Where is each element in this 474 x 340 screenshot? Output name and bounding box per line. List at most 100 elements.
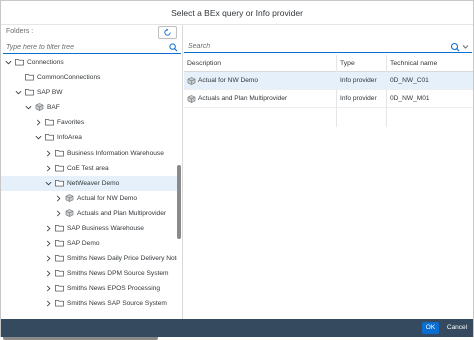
tree-vertical-scrollbar[interactable] (177, 165, 181, 239)
tree-node-label: SAP Business Warehouse (67, 225, 144, 232)
row-description: Actual for NW Demo (198, 77, 259, 84)
folder-icon (45, 134, 54, 141)
chevron-right-icon[interactable] (45, 225, 52, 232)
folders-label: Folders : (6, 28, 34, 35)
tree-node-label: SAP Demo (67, 240, 100, 247)
folder-tree: Connections CommonConnections SAP BW BAF Fav… (1, 55, 177, 313)
chevron-right-icon[interactable] (45, 255, 52, 262)
row-description-cell: Actual for NW Demo (184, 72, 337, 90)
tree-node-label: Connections (27, 59, 64, 66)
search-icon[interactable] (169, 43, 178, 52)
chevron-down-icon[interactable] (45, 180, 52, 187)
tree-node-label: CommonConnections (37, 74, 101, 81)
tree-node[interactable]: SAP Demo (1, 236, 177, 251)
filter-tree-field (3, 41, 181, 54)
tree-node-label: NetWeaver Demo (67, 180, 120, 187)
chevron-right-icon[interactable] (45, 300, 52, 307)
chevron-down-icon[interactable] (25, 104, 32, 111)
chevron-right-icon[interactable] (45, 285, 52, 292)
chevron-right-icon[interactable] (45, 240, 52, 247)
tree-node[interactable]: Connections (1, 55, 177, 70)
tree-node[interactable]: Business Information Warehouse (1, 146, 177, 161)
tree-node-label: Actual for NW Demo (77, 195, 138, 202)
chevron-right-icon[interactable] (35, 119, 42, 126)
tree-node[interactable]: BAF (1, 100, 177, 115)
tree-node-label: Smiths News EPOS Processing (67, 285, 161, 292)
tree-node[interactable]: Smiths News SAP Source System (1, 296, 177, 311)
folder-icon (25, 74, 34, 81)
folder-icon (25, 89, 34, 96)
tree-node-label: Favorites (57, 119, 85, 126)
chevron-right-icon[interactable] (55, 195, 62, 202)
row-type: Info provider (340, 95, 377, 102)
search-field (184, 40, 472, 53)
folder-icon (15, 59, 24, 66)
chevron-right-icon[interactable] (45, 165, 52, 172)
cancel-button[interactable]: Cancel (443, 322, 471, 334)
row-description-cell: Actuals and Plan Multiprovider (184, 90, 337, 108)
table-row[interactable]: Actual for NW Demo Info provider 0D_NW_C… (184, 72, 473, 90)
select-provider-dialog: Select a BEx query or Info provider Fold… (0, 0, 474, 340)
table-header: Description Type Technical name (184, 55, 473, 72)
tree-node-label: Smiths News DPM Source System (67, 270, 169, 277)
row-technical-name: 0D_NW_M01 (390, 95, 430, 102)
row-type: Info provider (340, 77, 377, 84)
tree-node[interactable]: SAP Business Warehouse (1, 221, 177, 236)
ok-button[interactable]: OK (422, 322, 439, 334)
tree-node-label: Smiths News Daily Price Delivery Note (67, 255, 177, 262)
search-input[interactable] (188, 41, 448, 52)
row-description: Actuals and Plan Multiprovider (198, 95, 288, 102)
filter-tree-input[interactable] (6, 42, 164, 53)
folder-icon (45, 119, 54, 126)
tree-node[interactable]: CoE Test area (1, 161, 177, 176)
tree-node-label: Actuals and Plan Multiprovider (77, 210, 167, 217)
dialog-title: Select a BEx query or Info provider (1, 1, 473, 25)
row-technical-name: 0D_NW_C01 (390, 77, 429, 84)
chevron-down-icon[interactable] (15, 89, 22, 96)
folder-icon (55, 225, 64, 232)
tree-node[interactable]: Favorites (1, 115, 177, 130)
tree-node-label: Business Information Warehouse (67, 150, 164, 157)
chevron-down-icon[interactable] (35, 134, 42, 141)
cube-icon (65, 194, 74, 202)
tree-node-label: SAP BW (37, 89, 63, 96)
tree-node-label: CoE Test area (67, 165, 109, 172)
chevron-right-icon[interactable] (55, 210, 62, 217)
tree-node[interactable]: Actual for NW Demo (1, 191, 177, 206)
chevron-right-icon[interactable] (45, 150, 52, 157)
tree-node-label: Smiths News SAP Source System (67, 300, 167, 307)
results-pane: Description Type Technical name Actual f… (184, 39, 473, 319)
tree-node-label: InfoArea (57, 134, 82, 141)
cube-icon (187, 95, 196, 103)
cube-icon (187, 77, 196, 85)
folder-icon (55, 240, 64, 247)
column-header-description[interactable]: Description (184, 55, 337, 72)
tree-node[interactable]: Smiths News DPM Source System (1, 266, 177, 281)
column-header-type[interactable]: Type (337, 55, 387, 72)
folder-icon (55, 300, 64, 307)
folder-icon (55, 270, 64, 277)
dialog-footer: OK Cancel (1, 319, 473, 337)
tree-node[interactable]: Actuals and Plan Multiprovider (1, 206, 177, 221)
tree-node[interactable]: Smiths News Daily Price Delivery Note (1, 251, 177, 266)
search-chevron-icon[interactable] (450, 42, 470, 52)
table-row[interactable]: Actuals and Plan Multiprovider Info prov… (184, 90, 473, 108)
refresh-button[interactable] (158, 26, 177, 39)
tree-node-label: BAF (47, 104, 60, 111)
cube-icon (35, 103, 44, 111)
folder-icon (55, 255, 64, 262)
chevron-right-icon[interactable] (45, 270, 52, 277)
column-header-technical-name[interactable]: Technical name (387, 55, 473, 72)
tree-node[interactable]: NetWeaver Demo (1, 176, 177, 191)
tree-node[interactable]: Smiths News EPOS Processing (1, 281, 177, 296)
folder-icon (55, 165, 64, 172)
cube-icon (65, 209, 74, 217)
folder-icon (55, 180, 64, 187)
chevron-down-icon[interactable] (5, 59, 12, 66)
tree-node[interactable]: InfoArea (1, 130, 177, 145)
folder-icon (55, 150, 64, 157)
folders-pane: Folders : Connections CommonConnections SA… (1, 25, 183, 340)
refresh-icon (164, 28, 171, 36)
tree-node[interactable]: SAP BW (1, 85, 177, 100)
tree-node[interactable]: CommonConnections (1, 70, 177, 85)
